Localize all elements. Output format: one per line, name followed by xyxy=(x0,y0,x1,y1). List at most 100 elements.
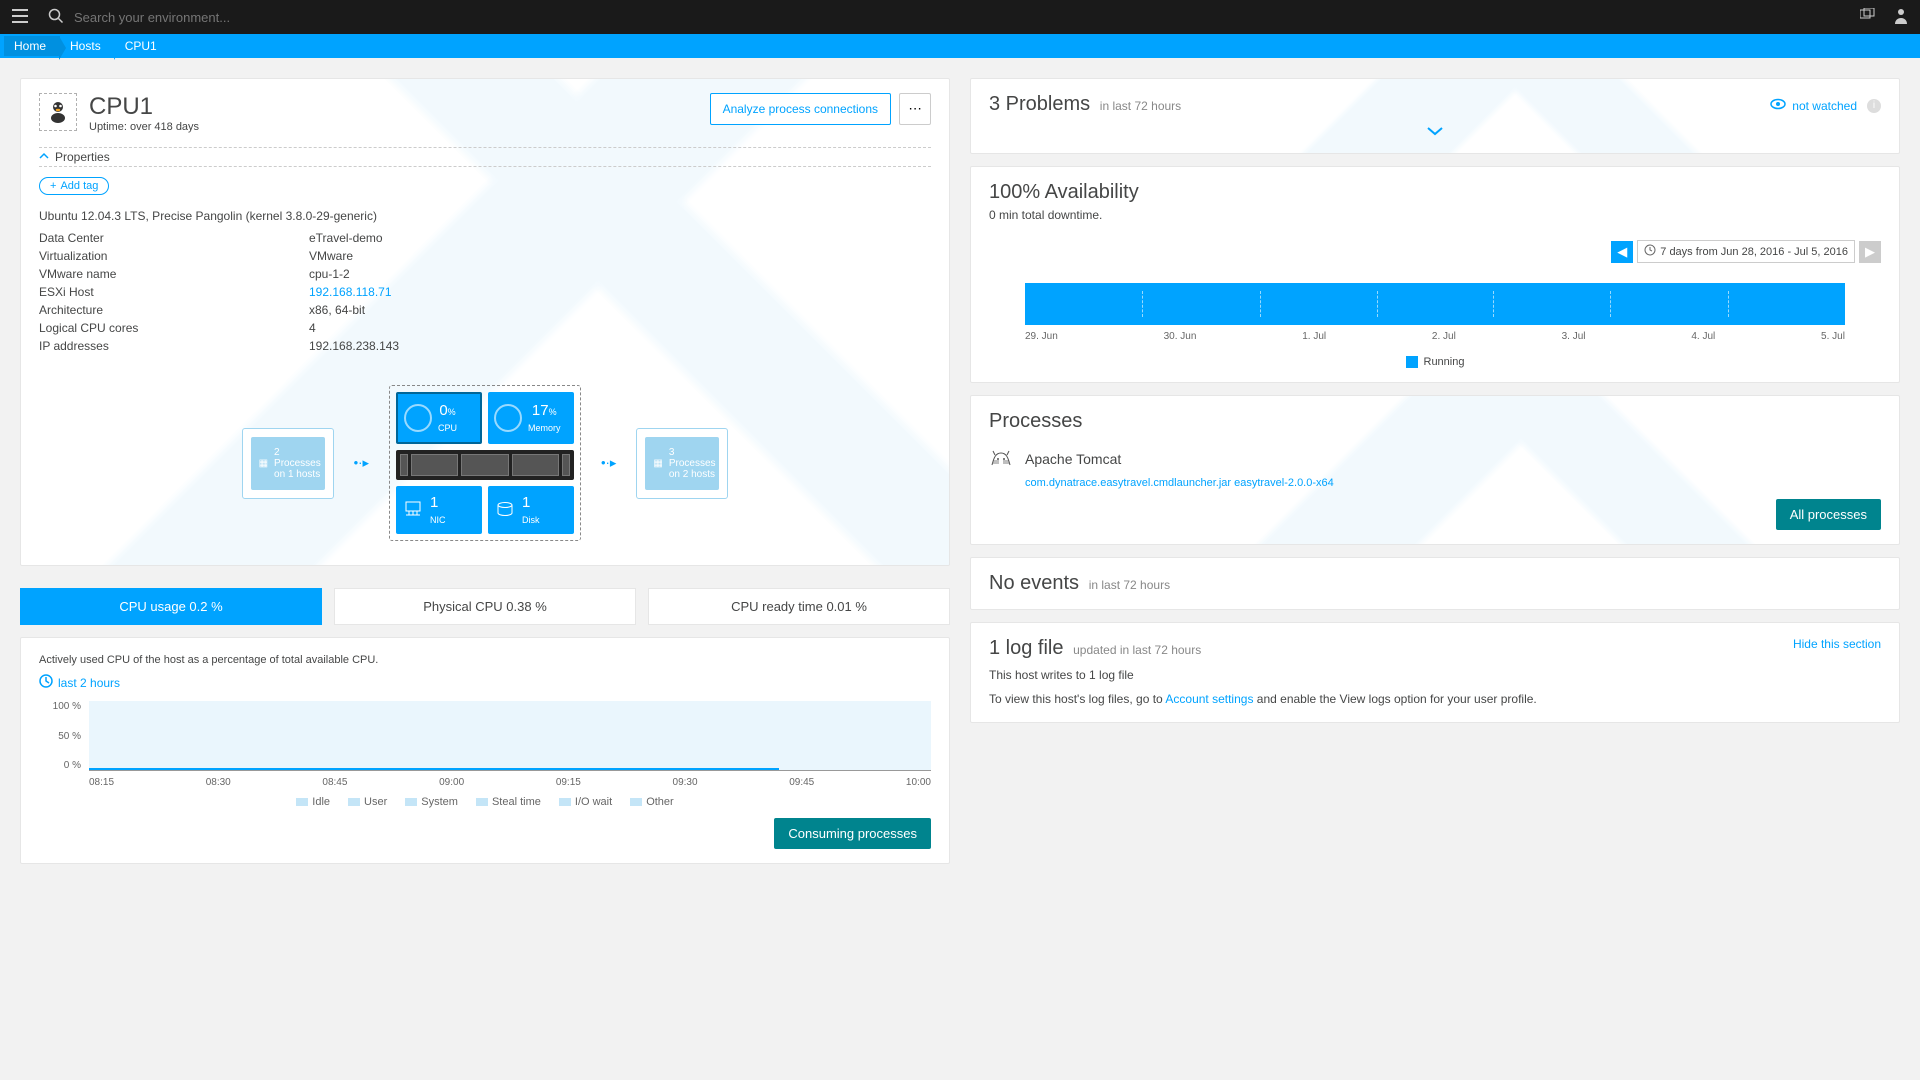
events-panel: No events in last 72 hours xyxy=(970,557,1900,610)
upstream-processes[interactable]: ▦ 2 Processeson 1 hosts xyxy=(242,428,334,499)
property-key: ESXi Host xyxy=(39,285,309,299)
host-details-panel: CPU1 Uptime: over 418 days Analyze proce… xyxy=(20,78,950,566)
availability-bar xyxy=(1025,283,1845,325)
hide-section-link[interactable]: Hide this section xyxy=(1793,637,1881,651)
next-range-button[interactable]: ▶ xyxy=(1859,241,1881,263)
eye-icon xyxy=(1770,98,1786,113)
user-icon[interactable] xyxy=(1894,8,1908,27)
downstream-processes[interactable]: ▦ 3 Processeson 2 hosts xyxy=(636,428,728,499)
property-key: Virtualization xyxy=(39,249,309,263)
host-title: CPU1 xyxy=(89,93,698,121)
os-description: Ubuntu 12.04.3 LTS, Precise Pangolin (ke… xyxy=(39,209,931,223)
tab-2[interactable]: CPU ready time 0.01 % xyxy=(648,588,950,625)
search-input[interactable] xyxy=(74,10,1860,25)
property-value: 192.168.238.143 xyxy=(309,339,399,353)
host-os-icon xyxy=(39,93,77,131)
analyze-connections-button[interactable]: Analyze process connections xyxy=(710,93,891,125)
property-key: IP addresses xyxy=(39,339,309,353)
range-selector[interactable]: 7 days from Jun 28, 2016 - Jul 5, 2016 xyxy=(1637,240,1855,263)
crumb-home[interactable]: Home xyxy=(4,36,60,56)
add-tag-button[interactable]: +Add tag xyxy=(39,177,109,195)
logs-panel: 1 log file updated in last 72 hours This… xyxy=(970,622,1900,723)
legend-item[interactable]: I/O wait xyxy=(559,796,612,808)
host-uptime: Uptime: over 418 days xyxy=(89,121,698,133)
arrow-icon: •·▸ xyxy=(354,455,369,471)
nic-tile[interactable]: 1NIC xyxy=(396,486,482,534)
cpu-chart-panel: Actively used CPU of the host as a perce… xyxy=(20,637,950,864)
tab-1[interactable]: Physical CPU 0.38 % xyxy=(334,588,636,625)
logs-line2a: To view this host's log files, go to xyxy=(989,692,1165,706)
chevron-up-icon xyxy=(39,150,49,164)
property-value: eTravel-demo xyxy=(309,231,383,245)
property-key: Logical CPU cores xyxy=(39,321,309,335)
clock-icon xyxy=(39,674,53,691)
legend-item[interactable]: User xyxy=(348,796,387,808)
prev-range-button[interactable]: ◀ xyxy=(1611,241,1633,263)
property-row: Data CentereTravel-demo xyxy=(39,229,931,247)
more-actions-button[interactable]: ⋯ xyxy=(899,93,931,125)
property-key: VMware name xyxy=(39,267,309,281)
processes-panel: Processes Apache Tomcat com.dynatrace.ea… xyxy=(970,395,1900,545)
availability-sub: 0 min total downtime. xyxy=(989,208,1881,222)
cpu-tile[interactable]: 0%CPU xyxy=(396,392,482,444)
all-processes-button[interactable]: All processes xyxy=(1776,499,1881,530)
availability-legend: Running xyxy=(989,356,1881,368)
property-key: Architecture xyxy=(39,303,309,317)
topbar xyxy=(0,0,1920,34)
hamburger-icon[interactable] xyxy=(12,9,28,26)
property-row: ESXi Host192.168.118.71 xyxy=(39,283,931,301)
crumb-current: CPU1 xyxy=(115,36,171,56)
logs-line2c: and enable the View logs option for your… xyxy=(1253,692,1536,706)
chart-plot-area xyxy=(89,701,931,771)
problems-title: 3 Problems xyxy=(989,93,1090,115)
process-icon: ▦ xyxy=(259,458,268,469)
legend-item[interactable]: Steal time xyxy=(476,796,541,808)
events-title: No events xyxy=(989,572,1079,594)
breadcrumb: Home Hosts CPU1 xyxy=(0,34,1920,58)
problems-sub: in last 72 hours xyxy=(1100,99,1181,113)
chart-description: Actively used CPU of the host as a perce… xyxy=(39,654,931,666)
process-item[interactable]: Apache Tomcat xyxy=(989,447,1881,471)
process-detail-link[interactable]: com.dynatrace.easytravel.cmdlauncher.jar… xyxy=(1025,477,1881,489)
smartscape-diagram: ▦ 2 Processeson 1 hosts •·▸ 0%CPU 17%Mem… xyxy=(39,385,931,541)
events-sub: in last 72 hours xyxy=(1089,578,1170,592)
availability-panel: 100% Availability 0 min total downtime. … xyxy=(970,166,1900,383)
logs-title: 1 log file xyxy=(989,637,1064,659)
property-value[interactable]: 192.168.118.71 xyxy=(309,285,392,299)
property-value: VMware xyxy=(309,249,353,263)
property-key: Data Center xyxy=(39,231,309,245)
property-row: VMware namecpu-1-2 xyxy=(39,265,931,283)
process-name: Apache Tomcat xyxy=(1025,451,1121,467)
tab-0[interactable]: CPU usage 0.2 % xyxy=(20,588,322,625)
crumb-hosts[interactable]: Hosts xyxy=(60,36,115,56)
tomcat-icon xyxy=(989,447,1013,471)
plus-icon: + xyxy=(50,180,56,192)
windows-icon[interactable] xyxy=(1860,8,1876,27)
disk-tile[interactable]: 1Disk xyxy=(488,486,574,534)
consuming-processes-button[interactable]: Consuming processes xyxy=(774,818,931,849)
availability-title: 100% Availability xyxy=(989,181,1881,204)
property-value: cpu-1-2 xyxy=(309,267,350,281)
problems-panel: 3 Problems in last 72 hours not watched … xyxy=(970,78,1900,154)
property-value: 4 xyxy=(309,321,316,335)
property-row: Architecturex86, 64-bit xyxy=(39,301,931,319)
property-value: x86, 64-bit xyxy=(309,303,365,317)
logs-sub: updated in last 72 hours xyxy=(1073,643,1201,657)
process-icon: ▦ xyxy=(653,458,662,469)
server-graphic xyxy=(396,450,574,480)
logs-line1: This host writes to 1 log file xyxy=(989,666,1537,684)
legend-item[interactable]: System xyxy=(405,796,458,808)
property-row: VirtualizationVMware xyxy=(39,247,931,265)
clock-icon xyxy=(1644,244,1656,259)
processes-title: Processes xyxy=(989,410,1881,433)
legend-item[interactable]: Idle xyxy=(296,796,330,808)
timerange-selector[interactable]: last 2 hours xyxy=(39,674,931,691)
property-row: IP addresses192.168.238.143 xyxy=(39,337,931,355)
account-settings-link[interactable]: Account settings xyxy=(1165,692,1253,706)
expand-problems[interactable] xyxy=(989,124,1881,139)
watch-toggle[interactable]: not watched xyxy=(1770,98,1857,113)
memory-tile[interactable]: 17%Memory xyxy=(488,392,574,444)
legend-item[interactable]: Other xyxy=(630,796,674,808)
properties-toggle[interactable]: Properties xyxy=(39,147,931,167)
info-icon[interactable]: i xyxy=(1867,99,1881,113)
